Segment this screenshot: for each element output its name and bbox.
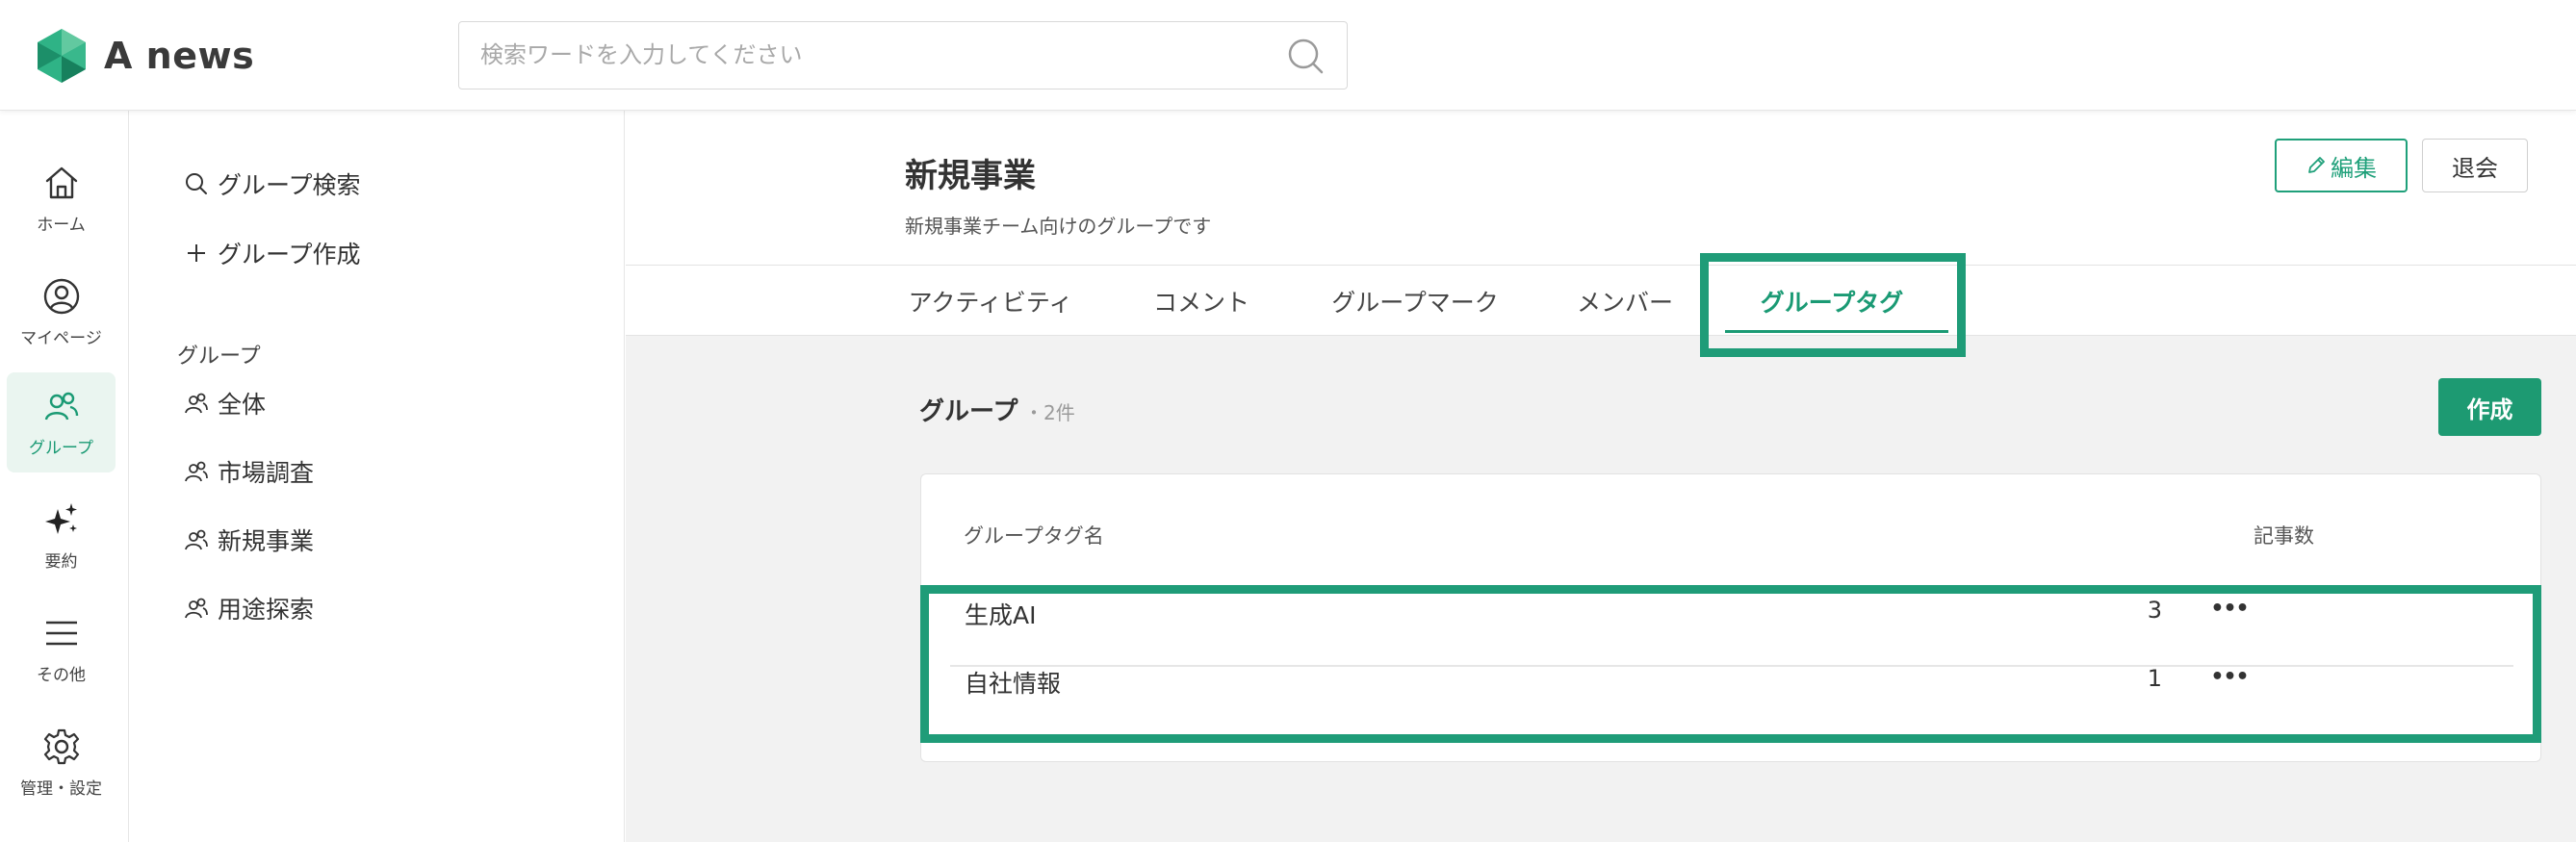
tab-comments[interactable]: コメント	[1146, 266, 1257, 336]
tag-table: グループタグ名 記事数 生成AI 3 ••• 自社情報 1 •••	[920, 473, 2541, 762]
rail-item-summary[interactable]: 要約	[7, 486, 116, 586]
group-icon	[185, 393, 208, 414]
group-description: 新規事業チーム向けのグループです	[905, 215, 1212, 238]
pencil-icon	[2308, 157, 2325, 173]
article-count: 1	[2147, 665, 2162, 692]
plus-icon	[188, 244, 205, 262]
search-icon	[186, 173, 207, 194]
tag-name: 生成AI	[965, 601, 1037, 629]
rail-label: その他	[37, 666, 86, 685]
search-box	[458, 21, 1348, 89]
group-icon	[185, 529, 208, 550]
group-item-label: 全体	[218, 391, 267, 419]
column-header-tag-name: グループタグ名	[964, 524, 1104, 548]
table-row[interactable]: 自社情報 1 •••	[940, 646, 2523, 715]
top-header: A news	[0, 0, 2576, 111]
search-icon[interactable]	[1285, 36, 1326, 76]
group-item-label: 用途探索	[218, 596, 315, 624]
more-options-icon[interactable]: •••	[2205, 657, 2254, 696]
group-icon	[185, 461, 208, 482]
group-item-label: 新規事業	[218, 527, 315, 555]
rail-label: マイページ	[20, 329, 102, 348]
group-section-heading: グループ	[177, 344, 261, 369]
rail-item-mypage[interactable]: マイページ	[7, 263, 116, 363]
group-item[interactable]: 用途探索	[183, 591, 314, 625]
section-title: グループ	[919, 397, 1018, 426]
create-button[interactable]: 作成	[2438, 378, 2541, 436]
edit-button[interactable]: 編集	[2275, 139, 2408, 192]
group-header: 新規事業 新規事業チーム向けのグループです 編集 退会	[626, 111, 2576, 266]
logo-icon	[38, 29, 86, 83]
tab-group-mark[interactable]: グループマーク	[1328, 266, 1502, 336]
app-name: A news	[104, 35, 255, 77]
home-icon	[45, 166, 77, 199]
group-search-label: グループ検索	[218, 171, 361, 199]
group-panel: グループ検索 グループ作成 グループ 全体 市場調査 新規事業 用途探索	[129, 111, 625, 842]
article-count: 3	[2147, 597, 2162, 624]
leave-button[interactable]: 退会	[2422, 139, 2528, 192]
rail-label: 要約	[44, 552, 78, 572]
side-rail: ホーム マイページ グループ 要約 その他 管理・設定	[0, 111, 129, 842]
app-logo[interactable]: A news	[33, 27, 254, 85]
main-content: 新規事業 新規事業チーム向けのグループです 編集 退会 アクティビティ コメント…	[626, 111, 2576, 842]
tab-activity[interactable]: アクティビティ	[905, 266, 1076, 336]
more-options-icon[interactable]: •••	[2205, 589, 2254, 627]
group-create-link[interactable]: グループ作成	[183, 236, 361, 270]
user-circle-icon	[43, 278, 79, 315]
table-row[interactable]: 生成AI 3 •••	[940, 577, 2523, 647]
rail-label: ホーム	[37, 216, 86, 235]
rail-item-group[interactable]: グループ	[7, 372, 116, 472]
tab-members[interactable]: メンバー	[1572, 266, 1678, 336]
rail-label: グループ	[29, 439, 93, 458]
column-header-article-count: 記事数	[2254, 524, 2314, 548]
tab-bar: アクティビティ コメント グループマーク メンバー グループタグ	[626, 266, 2576, 336]
group-icon	[44, 392, 78, 421]
active-tab-indicator	[1725, 330, 1948, 333]
rail-item-home[interactable]: ホーム	[7, 149, 116, 249]
gear-icon	[43, 728, 79, 765]
group-item[interactable]: 新規事業	[183, 523, 314, 557]
rail-item-more[interactable]: その他	[7, 600, 116, 700]
group-item[interactable]: 市場調査	[183, 454, 314, 489]
rail-item-settings[interactable]: 管理・設定	[7, 713, 116, 813]
group-item-label: 市場調査	[218, 459, 315, 487]
edit-button-label: 編集	[2331, 154, 2377, 182]
menu-icon	[45, 621, 77, 646]
group-create-label: グループ作成	[218, 241, 361, 268]
search-input[interactable]	[480, 22, 1270, 88]
tag-name: 自社情報	[965, 670, 1062, 698]
rail-label: 管理・設定	[20, 779, 102, 799]
group-search-link[interactable]: グループ検索	[183, 166, 361, 201]
page-title: 新規事業	[905, 157, 1036, 195]
group-item[interactable]: 全体	[183, 386, 266, 421]
sparkle-icon	[44, 503, 77, 534]
tab-group-tags[interactable]: グループタグ	[1747, 266, 1917, 336]
group-icon	[185, 598, 208, 619]
section-count: ・2件	[1024, 401, 1075, 424]
